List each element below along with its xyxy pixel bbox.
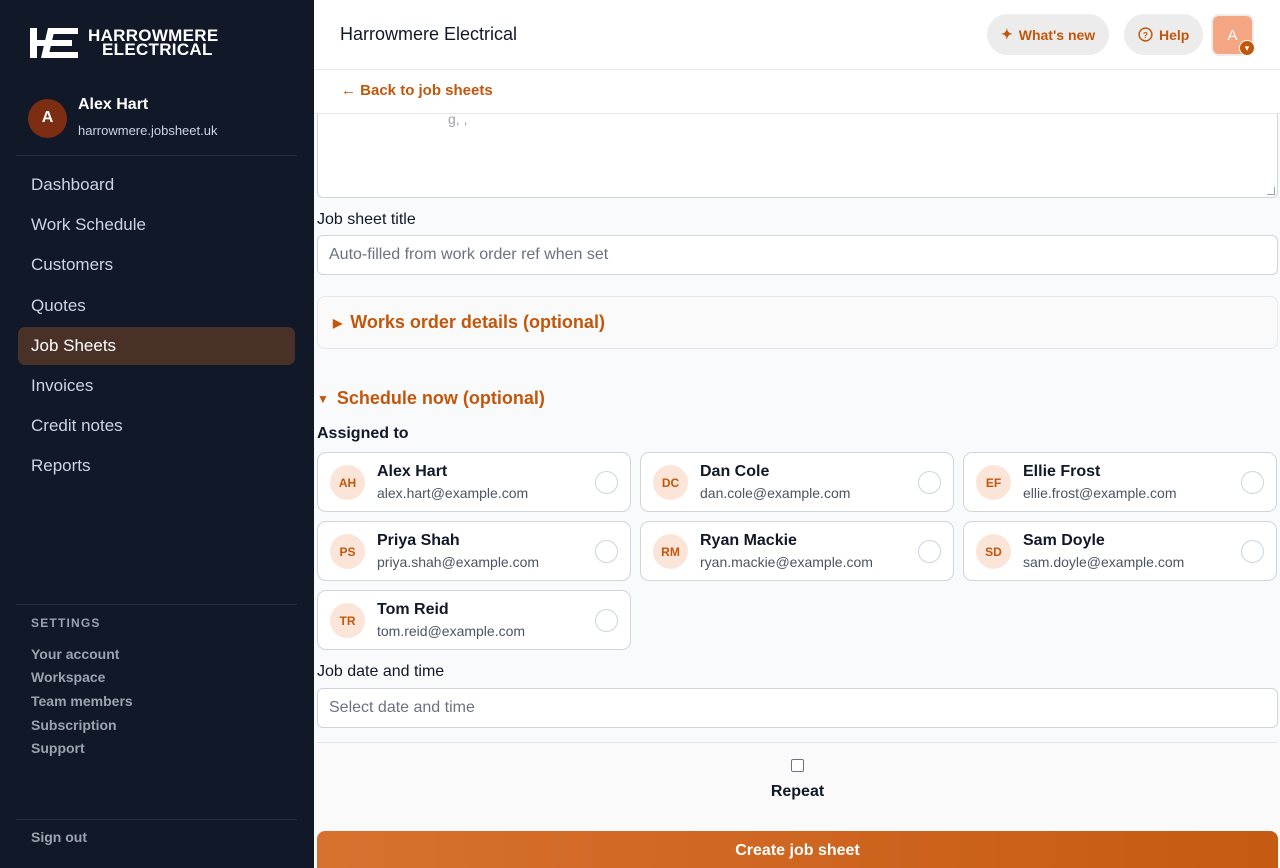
textarea-text: g, , (448, 114, 468, 127)
back-to-job-sheets-link[interactable]: ← Back to job sheets (341, 82, 493, 99)
member-initials: PS (330, 534, 365, 569)
member-initials: EF (976, 465, 1011, 500)
avatar: A (28, 98, 67, 138)
sidebar-item-reports[interactable]: Reports (18, 447, 295, 485)
sign-out-link[interactable]: Sign out (31, 829, 87, 845)
team-member-card[interactable]: EF Ellie Frost ellie.frost@example.com (963, 452, 1277, 512)
job-date-label: Job date and time (317, 663, 445, 680)
sparkle-icon: ✦ (1001, 26, 1013, 42)
job-title-placeholder: Auto-filled from work order ref when set (329, 246, 609, 263)
member-radio[interactable] (1241, 540, 1264, 563)
member-radio[interactable] (595, 540, 618, 563)
sidebar-item-customers[interactable]: Customers (18, 246, 295, 284)
brand-logo[interactable]: HARROWMERE ELECTRICAL (30, 26, 219, 60)
member-initials: DC (653, 465, 688, 500)
svg-text:?: ? (1143, 30, 1148, 40)
repeat-label: Repeat (770, 783, 825, 800)
user-domain: harrowmere.jobsheet.uk (78, 123, 218, 138)
member-email: sam.doyle@example.com (1023, 554, 1185, 570)
sidebar-item-quotes[interactable]: Quotes (18, 287, 295, 325)
sidebar-item-dashboard[interactable]: Dashboard (18, 166, 295, 204)
user-profile: A Alex Hart harrowmere.jobsheet.uk (28, 96, 218, 138)
team-member-card[interactable]: DC Dan Cole dan.cole@example.com (640, 452, 954, 512)
member-name: Priya Shah (377, 532, 460, 549)
settings-nav: Your account Workspace Team members Subs… (31, 642, 133, 760)
settings-heading: SETTINGS (31, 616, 101, 630)
works-order-toggle[interactable]: ▶ Works order details (optional) (317, 296, 1278, 349)
sidebar-item-credit-notes[interactable]: Credit notes (18, 407, 295, 445)
brand-wordmark: HARROWMERE ELECTRICAL (88, 27, 219, 59)
job-title-label: Job sheet title (317, 211, 416, 228)
repeat-section: Repeat (317, 742, 1278, 832)
member-email: priya.shah@example.com (377, 554, 540, 570)
member-name: Tom Reid (377, 601, 449, 618)
sidebar-item-job-sheets[interactable]: Job Sheets (18, 326, 295, 365)
resize-handle-icon[interactable] (1267, 187, 1275, 195)
member-email: ryan.mackie@example.com (700, 554, 873, 570)
member-email: tom.reid@example.com (377, 623, 526, 639)
member-name: Ryan Mackie (700, 532, 797, 549)
member-radio[interactable] (918, 471, 941, 494)
team-member-card[interactable]: PS Priya Shah priya.shah@example.com (317, 521, 631, 581)
member-initials: TR (330, 603, 365, 638)
member-radio[interactable] (1241, 471, 1264, 494)
whats-new-button[interactable]: ✦ What's new (987, 14, 1110, 55)
sidebar-item-work-schedule[interactable]: Work Schedule (18, 206, 295, 244)
member-name: Dan Cole (700, 463, 770, 480)
sidebar-item-invoices[interactable]: Invoices (18, 367, 295, 405)
schedule-label: Schedule now (optional) (336, 388, 545, 408)
team-member-card[interactable]: TR Tom Reid tom.reid@example.com (317, 590, 631, 650)
chevron-down-icon: ▾ (1239, 40, 1255, 56)
create-job-sheet-button[interactable]: Create job sheet (317, 831, 1278, 868)
member-name: Alex Hart (377, 463, 448, 480)
page-title: Harrowmere Electrical (340, 24, 518, 44)
avatar-initial: A (1227, 26, 1238, 44)
member-email: ellie.frost@example.com (1023, 485, 1177, 501)
triangle-down-icon: ▼ (317, 391, 329, 406)
brand-line-2: ELECTRICAL (102, 40, 213, 59)
member-name: Sam Doyle (1023, 532, 1105, 549)
main-nav: Dashboard Work Schedule Customers Quotes… (18, 166, 295, 488)
member-radio[interactable] (595, 609, 618, 632)
schedule-toggle[interactable]: ▼ Schedule now (optional) (317, 388, 545, 409)
settings-divider (16, 604, 297, 605)
whats-new-label: What's new (1018, 26, 1096, 43)
member-radio[interactable] (918, 540, 941, 563)
job-date-placeholder: Select date and time (329, 699, 475, 716)
member-name: Ellie Frost (1023, 463, 1101, 480)
job-date-input[interactable]: Select date and time (317, 688, 1278, 728)
member-radio[interactable] (595, 471, 618, 494)
top-bar: Harrowmere Electrical ✦ What's new ? Hel… (314, 0, 1280, 70)
member-initials: RM (653, 534, 688, 569)
team-member-card[interactable]: SD Sam Doyle sam.doyle@example.com (963, 521, 1277, 581)
settings-item-your-account[interactable]: Your account (31, 630, 133, 666)
description-textarea[interactable]: g, , (317, 114, 1278, 198)
help-button[interactable]: ? Help (1124, 14, 1204, 55)
back-bar: ← Back to job sheets (314, 70, 1280, 114)
team-member-card[interactable]: RM Ryan Mackie ryan.mackie@example.com (640, 521, 954, 581)
logo-mark-icon (30, 28, 78, 58)
assigned-to-label: Assigned to (317, 425, 409, 442)
team-member-card[interactable]: AH Alex Hart alex.hart@example.com (317, 452, 631, 512)
user-name: Alex Hart (78, 96, 149, 113)
triangle-right-icon: ▶ (333, 315, 343, 330)
job-sheet-form: g, , Job sheet title Auto-filled from wo… (314, 114, 1280, 868)
help-label: Help (1159, 26, 1190, 43)
member-initials: SD (976, 534, 1011, 569)
member-email: alex.hart@example.com (377, 485, 529, 501)
account-menu-button[interactable]: A ▾ (1211, 14, 1255, 56)
repeat-checkbox[interactable] (791, 759, 804, 772)
member-email: dan.cole@example.com (700, 485, 851, 501)
job-title-input[interactable]: Auto-filled from work order ref when set (317, 235, 1278, 275)
signout-divider (16, 819, 297, 820)
sidebar-divider (16, 155, 297, 156)
help-circle-icon: ? (1138, 27, 1153, 42)
member-initials: AH (330, 465, 365, 500)
sidebar: HARROWMERE ELECTRICAL A Alex Hart harrow… (0, 0, 314, 868)
works-order-label: Works order details (optional) (350, 312, 605, 332)
